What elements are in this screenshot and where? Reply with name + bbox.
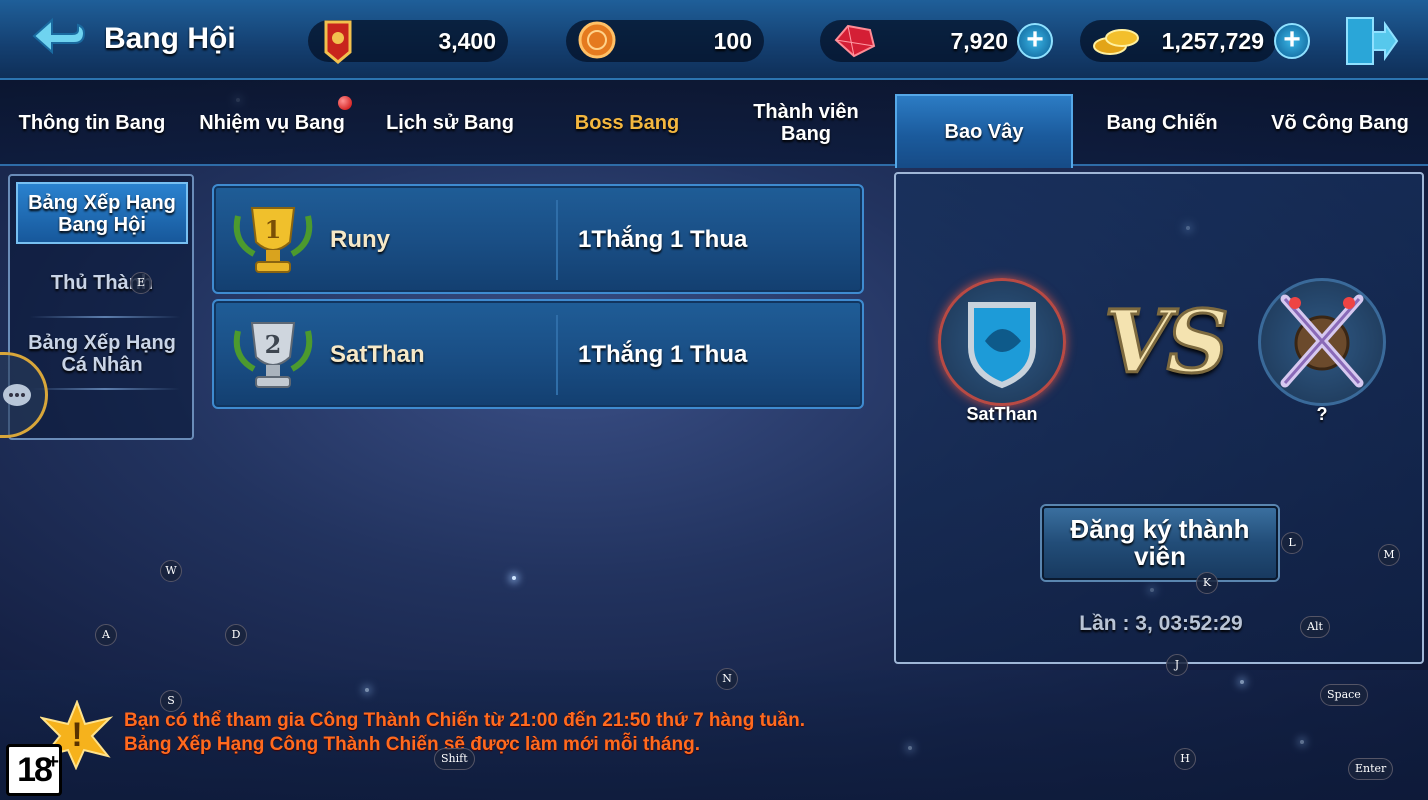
key-hint: Shift: [434, 748, 475, 770]
guild-name: SatThan: [330, 341, 425, 368]
left-guild-name: SatThan: [966, 404, 1038, 424]
tab-guild-info[interactable]: Thông tin Bang: [4, 80, 180, 166]
rank-number: 2: [265, 330, 282, 359]
ranking-row[interactable]: 1 Runy 1Thắng 1 Thua: [212, 184, 864, 294]
crossed-swords-icon: [1280, 294, 1364, 388]
rank-number: 1: [265, 215, 282, 244]
guild-record: 1Thắng 1 Thua: [578, 226, 748, 253]
key-hint: W: [160, 560, 182, 582]
age-rating-badge: 18 +: [6, 744, 62, 796]
top-bar: Bang Hội 3,400 100 7,920 + 1,257,729 +: [0, 0, 1428, 80]
ruby-value: 7,920: [950, 28, 1008, 54]
key-hint: J: [1166, 654, 1188, 676]
vs-label: VS: [1103, 291, 1231, 395]
siege-timer: Lần : 3, 03:52:29: [1079, 612, 1243, 635]
page-title: Bang Hội: [104, 22, 236, 55]
medal-value: 100: [713, 28, 752, 54]
resource-medal: 100: [566, 20, 764, 62]
tab-bar: Thông tin Bang Nhiệm vụ Bang Lịch sử Ban…: [0, 80, 1428, 168]
side-divider: [30, 388, 180, 390]
key-hint: Enter: [1348, 758, 1394, 780]
exit-button[interactable]: [1343, 14, 1399, 68]
fish-shield-emblem-icon: [968, 302, 1036, 389]
guild-name: Runy: [330, 226, 390, 253]
ranking-row[interactable]: 2 SatThan 1Thắng 1 Thua: [212, 299, 864, 409]
key-hint: S: [160, 690, 182, 712]
column-divider: [556, 315, 558, 395]
add-gold-button[interactable]: +: [1274, 23, 1310, 59]
guild-record: 1Thắng 1 Thua: [578, 341, 748, 368]
key-hint: E: [130, 272, 152, 294]
banner-icon: [324, 20, 352, 64]
key-hint: Alt: [1300, 616, 1330, 638]
side-item-defense[interactable]: Thủ Thành: [16, 272, 188, 294]
guild-emblem-right[interactable]: [1258, 278, 1386, 406]
resource-ruby: 7,920: [820, 20, 1020, 62]
notice-line-2: Bảng Xếp Hạng Công Thành Chiến sẽ được l…: [124, 734, 700, 755]
notice-line-1: Bạn có thể tham gia Công Thành Chiến từ …: [124, 710, 805, 731]
key-hint: A: [95, 624, 117, 646]
ruby-icon: [834, 24, 876, 58]
chat-icon: [3, 384, 31, 406]
tab-guild-history[interactable]: Lịch sử Bang: [364, 80, 536, 166]
key-hint: D: [225, 624, 247, 646]
tab-guild-boss[interactable]: Boss Bang: [540, 80, 714, 166]
back-button[interactable]: [30, 14, 90, 64]
gold-coins-icon: [1093, 29, 1139, 55]
tab-guild-quests[interactable]: Nhiệm vụ Bang: [182, 80, 362, 166]
silver-trophy-icon: 2: [233, 322, 313, 388]
side-item-guild-ranking[interactable]: Bảng Xếp Hạng Bang Hội: [16, 182, 188, 244]
svg-text:!: !: [71, 716, 82, 754]
coin-medal-icon: [578, 21, 616, 59]
key-hint: M: [1378, 544, 1400, 566]
column-divider: [556, 200, 558, 280]
add-ruby-button[interactable]: +: [1017, 23, 1053, 59]
exit-door-icon: [1346, 17, 1399, 65]
banner-value: 3,400: [438, 28, 496, 54]
resource-banner: 3,400: [308, 20, 508, 64]
tab-guild-skills[interactable]: Võ Công Bang: [1252, 80, 1428, 166]
key-hint: K: [1196, 572, 1218, 594]
key-hint: Space: [1320, 684, 1368, 706]
siege-panel: SatThan VS ? Đăng ký thành viên Lần : 3,…: [894, 172, 1424, 664]
resource-gold: 1,257,729: [1080, 20, 1276, 62]
key-hint: L: [1281, 532, 1303, 554]
notification-dot: [338, 96, 352, 110]
tab-guild-members[interactable]: Thành viên Bang: [718, 80, 894, 166]
key-hint: N: [716, 668, 738, 690]
side-divider: [30, 316, 180, 318]
side-item-personal-ranking[interactable]: Bảng Xếp Hạng Cá Nhân: [16, 332, 188, 376]
guild-emblem-left[interactable]: [938, 278, 1066, 406]
key-hint: H: [1174, 748, 1196, 770]
right-guild-name: ?: [1316, 404, 1328, 424]
register-members-button[interactable]: Đăng ký thành viên: [1042, 506, 1278, 580]
gold-trophy-icon: 1: [233, 207, 313, 273]
tab-guild-war[interactable]: Bang Chiến: [1076, 80, 1248, 166]
back-arrow-icon: [32, 17, 86, 55]
gold-value: 1,257,729: [1161, 28, 1264, 54]
tab-siege[interactable]: Bao Vây: [895, 94, 1073, 168]
